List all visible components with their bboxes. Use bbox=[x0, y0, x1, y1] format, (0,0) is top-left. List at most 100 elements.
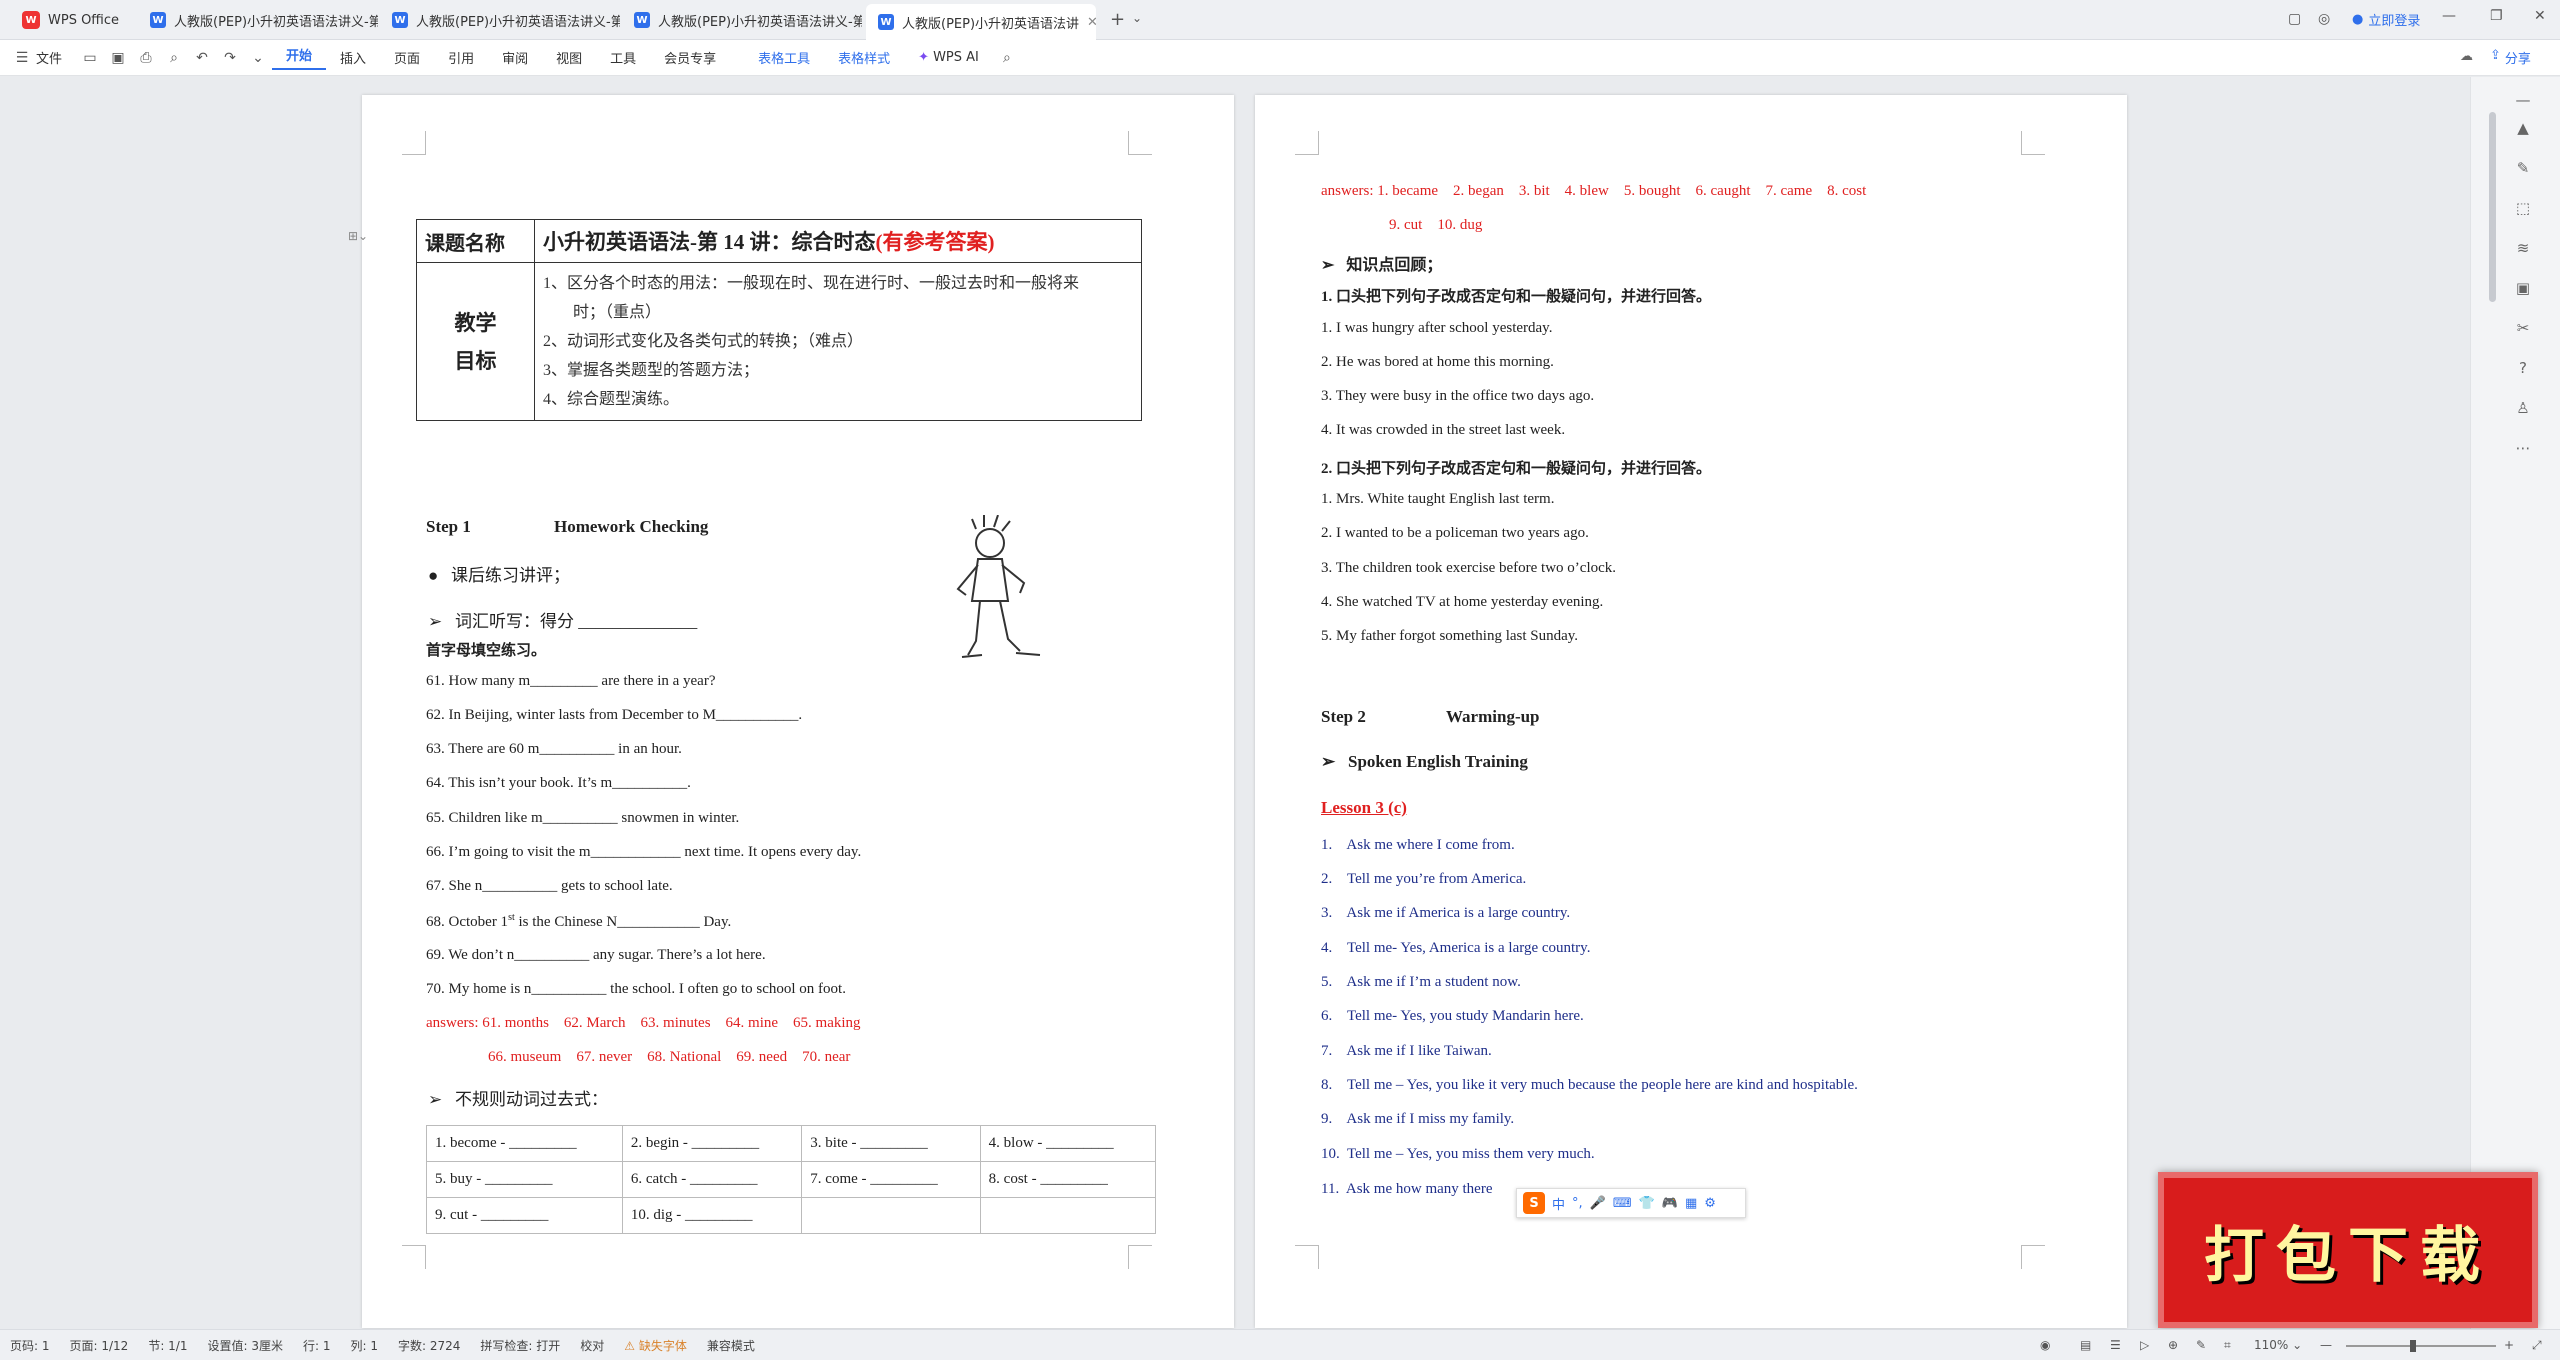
chevron-down-icon[interactable]: ⌄ bbox=[250, 50, 266, 66]
vertical-scrollbar[interactable] bbox=[2489, 112, 2496, 302]
verb-cell[interactable]: 10. dig - _________ bbox=[621, 1197, 803, 1234]
redo-icon[interactable]: ↷ bbox=[222, 50, 238, 66]
tab-document-1[interactable]: W 人教版(PEP)小升初英语语法讲义-第1 bbox=[138, 4, 378, 36]
verb-cell[interactable]: 5. buy - _________ bbox=[426, 1161, 623, 1198]
select-icon[interactable]: ⬚ bbox=[2513, 199, 2533, 219]
tab-insert[interactable]: 插入 bbox=[326, 48, 380, 67]
status-missing-font[interactable]: ⚠ 缺失字体 bbox=[614, 1337, 697, 1354]
settings-icon[interactable]: ⚙ bbox=[1704, 1196, 1716, 1211]
pen-icon[interactable]: ✎ bbox=[2196, 1338, 2206, 1352]
web-icon[interactable]: ⊕ bbox=[2168, 1338, 2178, 1352]
verb-cell[interactable]: 4. blow - _________ bbox=[979, 1125, 1157, 1162]
print-icon[interactable]: ⎙ bbox=[138, 50, 154, 66]
document-canvas[interactable]: ⊞⌄ 课题名称 小升初英语语法-第 14 讲：综合时态(有参考答案) 教学 目标… bbox=[0, 77, 2470, 1329]
play-icon[interactable]: ▷ bbox=[2140, 1338, 2149, 1352]
verb-cell[interactable]: 8. cost - _________ bbox=[979, 1161, 1157, 1198]
ime-toolbar[interactable]: S 中 °, 🎤 ⌨ 👕 🎮 ▦ ⚙ bbox=[1516, 1188, 1746, 1218]
tab-view[interactable]: 视图 bbox=[542, 48, 596, 67]
verb-cell[interactable]: 2. begin - _________ bbox=[621, 1125, 803, 1162]
page-1[interactable]: ⊞⌄ 课题名称 小升初英语语法-第 14 讲：综合时态(有参考答案) 教学 目标… bbox=[348, 95, 1234, 1328]
new-tab-icon[interactable]: + bbox=[1110, 9, 1125, 30]
zoom-out-icon[interactable]: — bbox=[2320, 1338, 2332, 1352]
task-1-item: 2. He was bored at home this morning. bbox=[1321, 354, 1554, 370]
outline-icon[interactable]: ☰ bbox=[2110, 1338, 2121, 1352]
verb-cell[interactable] bbox=[801, 1197, 981, 1234]
shirt-icon[interactable]: 👕 bbox=[1639, 1196, 1655, 1211]
microphone-icon[interactable]: 🎤 bbox=[1590, 1196, 1606, 1211]
verb-cell[interactable]: 9. cut - _________ bbox=[426, 1197, 623, 1234]
ime-mode-chinese[interactable]: 中 bbox=[1552, 1194, 1565, 1213]
verb-cell[interactable]: 7. come - _________ bbox=[801, 1161, 981, 1198]
eye-icon[interactable]: ◉ bbox=[2040, 1338, 2050, 1352]
tools-icon[interactable]: ✂ bbox=[2513, 319, 2533, 339]
status-section[interactable]: 节: 1/1 bbox=[138, 1337, 197, 1354]
download-promo-banner[interactable]: 打包下载 bbox=[2158, 1172, 2538, 1328]
menu-icon[interactable]: ☰ bbox=[14, 50, 30, 66]
share-button[interactable]: ⇪ 分享 bbox=[2490, 48, 2531, 67]
restore-icon[interactable]: ❐ bbox=[2490, 8, 2503, 24]
tab-tools[interactable]: 工具 bbox=[596, 48, 650, 67]
zoom-in-icon[interactable]: + bbox=[2504, 1338, 2514, 1352]
status-words[interactable]: 字数: 2724 bbox=[388, 1337, 470, 1354]
window-icon[interactable]: ▢ bbox=[2288, 11, 2301, 27]
undo-icon[interactable]: ↶ bbox=[194, 50, 210, 66]
tab-document-3[interactable]: W 人教版(PEP)小升初英语语法讲义-第1 bbox=[622, 4, 862, 36]
save-icon[interactable]: ▣ bbox=[110, 50, 126, 66]
status-page[interactable]: 页码: 1 bbox=[0, 1337, 60, 1354]
file-menu[interactable]: 文件 bbox=[36, 48, 76, 67]
close-icon[interactable]: ✕ bbox=[1087, 15, 1096, 30]
task-1-item: 4. It was crowded in the street last wee… bbox=[1321, 422, 1566, 438]
verb-cell[interactable]: 6. catch - _________ bbox=[621, 1161, 803, 1198]
search-icon[interactable]: ⌕ bbox=[999, 50, 1015, 66]
chevron-down-icon[interactable]: ⌄ bbox=[1132, 11, 1142, 25]
tab-table-tools[interactable]: 表格工具 bbox=[744, 48, 824, 67]
tab-review[interactable]: 审阅 bbox=[488, 48, 542, 67]
more-icon[interactable]: ⋯ bbox=[2513, 439, 2533, 459]
verb-cell[interactable]: 3. bite - _________ bbox=[801, 1125, 981, 1162]
print-preview-icon[interactable]: ⌕ bbox=[166, 50, 182, 66]
tab-home[interactable]: 开始 bbox=[272, 45, 327, 70]
status-pages[interactable]: 页面: 1/12 bbox=[60, 1337, 139, 1354]
wps-ai-button[interactable]: ✦ WPS AI bbox=[904, 50, 993, 65]
status-setting[interactable]: 设置值: 3厘米 bbox=[197, 1337, 293, 1354]
caret-up-icon[interactable]: ▲ bbox=[2513, 119, 2533, 139]
grid-icon[interactable]: ▦ bbox=[1685, 1196, 1697, 1211]
new-icon[interactable]: ▭ bbox=[82, 50, 98, 66]
fit-icon[interactable]: ⌗ bbox=[2224, 1338, 2231, 1353]
task-1-item: 1. I was hungry after school yesterday. bbox=[1321, 320, 1553, 336]
zoom-select[interactable]: 110% ⌄ bbox=[2254, 1338, 2302, 1352]
help-icon[interactable]: ? bbox=[2513, 359, 2533, 379]
status-proofread[interactable]: 校对 bbox=[570, 1337, 614, 1354]
tab-page[interactable]: 页面 bbox=[380, 48, 434, 67]
table-handle-icon[interactable]: ⊞⌄ bbox=[348, 229, 368, 243]
format-icon[interactable]: ≋ bbox=[2513, 239, 2533, 259]
shirt-icon[interactable]: ♙ bbox=[2513, 399, 2533, 419]
zoom-slider-handle[interactable] bbox=[2410, 1340, 2416, 1352]
sogou-logo-icon[interactable]: S bbox=[1523, 1192, 1545, 1214]
edit-icon[interactable]: ✎ bbox=[2513, 159, 2533, 179]
verb-cell[interactable]: 1. become - _________ bbox=[426, 1125, 623, 1162]
login-button[interactable]: ● 立即登录 bbox=[2352, 10, 2420, 29]
tab-member[interactable]: 会员专享 bbox=[650, 48, 730, 67]
fullscreen-icon[interactable]: ⤢ bbox=[2532, 1338, 2542, 1353]
tab-table-style[interactable]: 表格样式 bbox=[824, 48, 904, 67]
tab-document-2[interactable]: W 人教版(PEP)小升初英语语法讲义-第1 bbox=[380, 4, 620, 36]
skin-icon[interactable]: ◎ bbox=[2318, 11, 2330, 27]
minus-icon[interactable]: — bbox=[2513, 91, 2533, 111]
cloud-icon[interactable]: ☁ bbox=[2460, 49, 2473, 64]
tab-wps-home[interactable]: W WPS Office bbox=[10, 4, 140, 36]
page-2[interactable]: answers: 1. became 2. began 3. bit 4. bl… bbox=[1255, 95, 2127, 1328]
zoom-slider[interactable] bbox=[2346, 1340, 2496, 1352]
page-view-icon[interactable]: ▤ bbox=[2080, 1338, 2091, 1352]
status-spellcheck[interactable]: 拼写检查: 打开 bbox=[470, 1337, 570, 1354]
verb-cell[interactable] bbox=[979, 1197, 1157, 1234]
minimize-icon[interactable]: — bbox=[2442, 8, 2456, 24]
tab-document-4-active[interactable]: W 人教版(PEP)小升初英语语法讲 ✕ bbox=[866, 4, 1096, 40]
close-window-icon[interactable]: ✕ bbox=[2534, 8, 2546, 24]
gamepad-icon[interactable]: 🎮 bbox=[1662, 1196, 1678, 1211]
tab-references[interactable]: 引用 bbox=[434, 48, 488, 67]
task-1-heading: 1. 口头把下列句子改成否定句和一般疑问句，并进行回答。 bbox=[1321, 289, 1712, 305]
keyboard-icon[interactable]: ⌨ bbox=[1613, 1196, 1632, 1211]
punctuation-icon[interactable]: °, bbox=[1572, 1196, 1583, 1211]
image-icon[interactable]: ▣ bbox=[2513, 279, 2533, 299]
